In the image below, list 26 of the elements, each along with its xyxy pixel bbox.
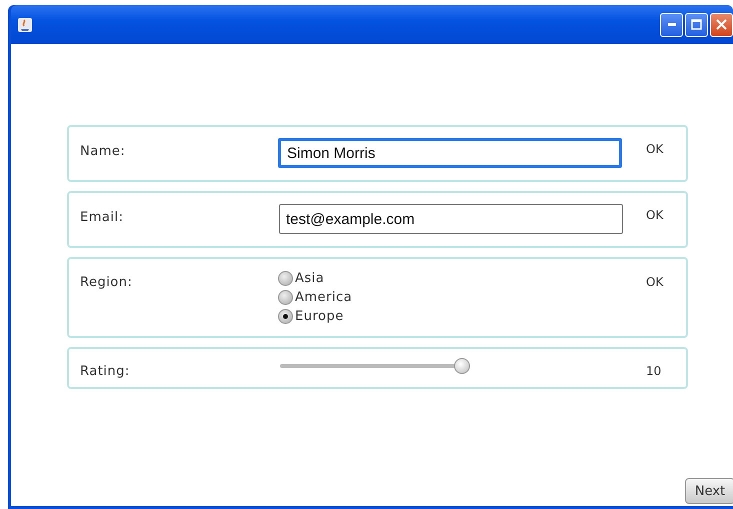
radio-icon[interactable] bbox=[278, 309, 293, 324]
minimize-icon bbox=[668, 22, 676, 26]
status-text: 10 bbox=[646, 363, 662, 378]
field-label: Rating: bbox=[80, 363, 131, 379]
input-field[interactable]: test@example.com bbox=[279, 204, 623, 234]
slider[interactable] bbox=[280, 358, 470, 374]
input-field[interactable]: Simon Morris bbox=[278, 138, 622, 168]
status-text: OK bbox=[646, 141, 664, 156]
close-icon bbox=[716, 19, 727, 30]
minimize-button[interactable] bbox=[660, 12, 683, 36]
app-icon bbox=[17, 16, 33, 32]
maximize-button[interactable] bbox=[685, 12, 708, 36]
radio-icon[interactable] bbox=[278, 271, 293, 286]
slider-thumb[interactable] bbox=[454, 358, 470, 374]
status-text: OK bbox=[646, 274, 664, 289]
radio-option[interactable]: Asia bbox=[278, 271, 646, 286]
status-text: OK bbox=[646, 207, 664, 222]
field-label: Region: bbox=[80, 274, 134, 290]
next-button[interactable]: Next bbox=[685, 478, 733, 504]
maximize-icon bbox=[691, 19, 702, 30]
field-label: Email: bbox=[80, 209, 124, 225]
radio-option[interactable]: Europe bbox=[278, 309, 646, 324]
radio-option[interactable]: America bbox=[278, 290, 646, 305]
radio-icon[interactable] bbox=[278, 290, 293, 305]
field-label: Name: bbox=[80, 143, 126, 159]
close-button[interactable] bbox=[710, 12, 733, 36]
